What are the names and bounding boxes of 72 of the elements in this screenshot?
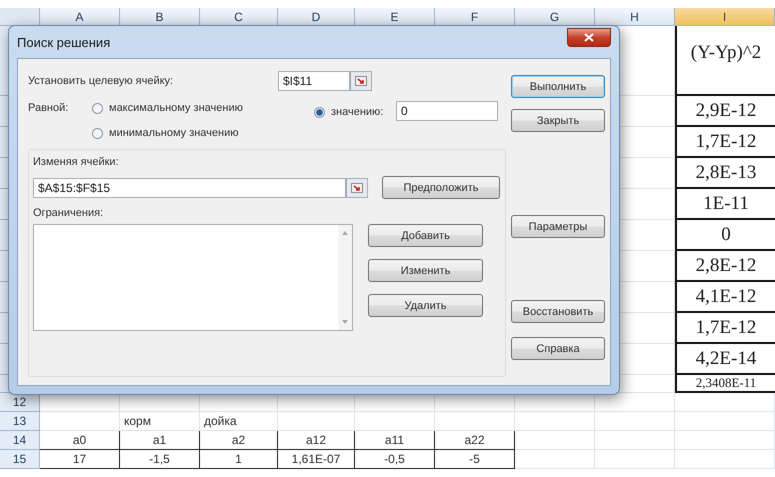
table-cell: 4,2E-14 bbox=[675, 344, 775, 375]
close-button[interactable] bbox=[567, 28, 611, 46]
table-cell: a1 bbox=[120, 431, 200, 450]
table-cell: a2 bbox=[200, 431, 278, 450]
input-field[interactable]: $A$15:$F$15 bbox=[33, 178, 346, 198]
arrow-icon bbox=[351, 182, 363, 192]
table-cell: 2,8E-12 bbox=[675, 251, 775, 282]
table-cell: корм bbox=[120, 412, 200, 431]
constraints-list[interactable] bbox=[33, 224, 353, 331]
field-label: Ограничения: bbox=[33, 207, 104, 219]
row-header[interactable]: 13 bbox=[0, 412, 40, 431]
column-header[interactable]: C bbox=[200, 8, 278, 26]
table-cell: 2,3408E-11 bbox=[675, 375, 775, 393]
input-field[interactable]: $I$11 bbox=[278, 71, 350, 91]
radio-button[interactable] bbox=[314, 106, 325, 118]
row-header[interactable]: 14 bbox=[0, 431, 40, 450]
table-cell: a12 bbox=[278, 431, 355, 450]
table-cell: a11 bbox=[355, 431, 435, 450]
dialog-button[interactable]: Параметры bbox=[511, 215, 605, 238]
dialog-button[interactable]: Выполнить bbox=[511, 75, 605, 98]
column-header[interactable]: A bbox=[40, 8, 120, 26]
row-header[interactable]: 15 bbox=[0, 450, 40, 469]
table-cell: a0 bbox=[40, 431, 120, 450]
column-header[interactable]: E bbox=[355, 8, 435, 26]
radio-label: максимальному значению bbox=[109, 102, 243, 114]
scroll-up-icon[interactable] bbox=[342, 231, 348, 235]
dialog-button[interactable]: Предположить bbox=[382, 176, 500, 199]
dialog-button[interactable]: Изменить bbox=[368, 259, 483, 282]
field-label: Установить целевую ячейку: bbox=[28, 75, 174, 87]
table-cell: 17 bbox=[40, 450, 120, 469]
arrow-icon bbox=[355, 76, 367, 86]
field-label: Изменяя ячейки: bbox=[33, 156, 120, 168]
window-title: Поиск решения bbox=[17, 34, 110, 50]
table-cell: 1,61E-07 bbox=[278, 450, 355, 469]
table-cell: 0 bbox=[675, 220, 775, 251]
table-cell: 1 bbox=[200, 450, 278, 469]
table-cell: 1,7E-12 bbox=[675, 313, 775, 344]
dialog-button[interactable]: Добавить bbox=[368, 224, 483, 247]
radio-button[interactable] bbox=[92, 128, 103, 138]
range-picker-button[interactable] bbox=[350, 71, 372, 91]
table-cell: a22 bbox=[435, 431, 515, 450]
column-header[interactable]: D bbox=[278, 8, 355, 26]
table-cell: (Y-Yp)^2 bbox=[675, 26, 775, 96]
dialog-button[interactable]: Закрыть bbox=[511, 109, 605, 132]
field-label: Равной: bbox=[28, 102, 70, 114]
scroll-down-icon[interactable] bbox=[342, 320, 348, 324]
input-field[interactable]: 0 bbox=[396, 101, 498, 121]
column-header[interactable]: I bbox=[675, 8, 775, 26]
table-cell: 1E-11 bbox=[675, 189, 775, 220]
select-all-corner[interactable] bbox=[0, 8, 40, 26]
column-header[interactable]: B bbox=[120, 8, 200, 26]
close-icon bbox=[584, 32, 594, 42]
table-cell: дойка bbox=[200, 412, 278, 431]
table-cell: -0,5 bbox=[355, 450, 435, 469]
row-header[interactable]: 12 bbox=[0, 393, 40, 412]
radio-label: минимальному значению bbox=[109, 127, 239, 139]
column-header[interactable]: G bbox=[515, 8, 595, 26]
dialog-button[interactable]: Восстановить bbox=[511, 300, 605, 323]
table-cell: -5 bbox=[435, 450, 515, 469]
radio-label: значению: bbox=[331, 106, 384, 118]
dialog-button[interactable]: Удалить bbox=[368, 294, 483, 317]
table-cell: 2,9E-12 bbox=[675, 96, 775, 127]
dialog-button[interactable]: Справка bbox=[511, 337, 605, 360]
range-picker-button[interactable] bbox=[346, 178, 368, 198]
table-cell: 1,7E-12 bbox=[675, 127, 775, 158]
table-cell: 4,1E-12 bbox=[675, 282, 775, 313]
table-cell: -1,5 bbox=[120, 450, 200, 469]
column-header[interactable]: H bbox=[595, 8, 675, 26]
scrollbar[interactable] bbox=[338, 225, 352, 330]
radio-button[interactable] bbox=[92, 102, 103, 114]
table-cell: 2,8E-13 bbox=[675, 158, 775, 189]
column-header[interactable]: F bbox=[435, 8, 515, 26]
